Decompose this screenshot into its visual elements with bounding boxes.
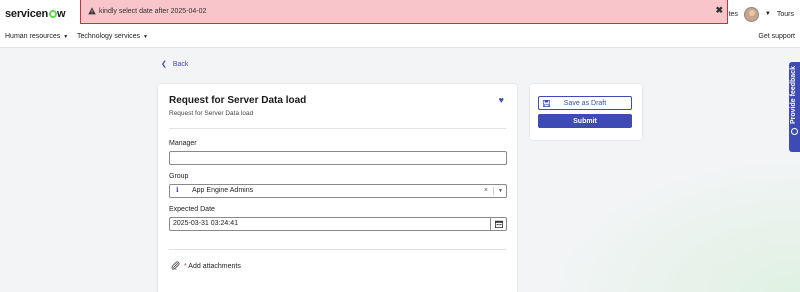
manager-label: Manager [169,140,197,147]
nav-item-human-resources[interactable]: Human resources ▼ [5,33,68,40]
form-subtitle: Request for Server Data load [169,110,254,117]
tours-link[interactable]: Tours [777,11,794,18]
actions-card: Save as Draft Submit [530,84,642,140]
paperclip-icon [171,261,180,272]
chevron-down-icon[interactable]: ▼ [498,188,503,194]
attachments-label: Add attachments [188,263,241,270]
provide-feedback-tab[interactable]: Provide feedback [789,62,800,152]
caret-down-icon: ▼ [63,34,69,40]
required-marker: * [184,263,187,270]
group-select[interactable]: ℹ App Engine Admins × ▼ [169,184,507,198]
chevron-down-icon[interactable]: ▼ [765,11,771,17]
manager-field[interactable] [169,151,507,165]
warning-icon [88,7,96,17]
background-glow [540,152,800,292]
expected-date-value[interactable]: 2025-03-31 03:24:41 [173,220,238,227]
request-form-card: Request for Server Data load Request for… [158,84,517,292]
close-icon[interactable]: ✖ [715,5,723,16]
expected-date-field[interactable]: 2025-03-31 03:24:41 [169,217,507,231]
divider [169,128,506,129]
divider [493,187,494,195]
back-link[interactable]: ❮ Back [161,60,188,68]
alert-message: kindly select date after 2025-04-02 [99,8,207,15]
favorites-link[interactable]: tes [729,11,738,18]
error-alert: kindly select date after 2025-04-02 ✖ [80,0,728,24]
info-icon[interactable]: ℹ [176,186,179,194]
save-as-draft-button[interactable]: Save as Draft [538,96,632,110]
submit-button[interactable]: Submit [538,114,632,128]
favorite-heart-icon[interactable]: ♥ [499,95,504,105]
group-value: App Engine Admins [192,187,254,194]
caret-down-icon: ▼ [143,34,148,40]
avatar[interactable] [743,6,759,22]
get-support-link[interactable]: Get support [758,33,795,40]
clear-icon[interactable]: × [484,187,488,194]
expected-date-label: Expected Date [169,206,215,213]
divider [169,249,506,250]
chevron-left-icon: ❮ [161,61,167,68]
feedback-label: Provide feedback [790,66,797,124]
main-nav: Human resources ▼ Technology services ▼ Ge… [0,27,800,48]
page-title: Request for Server Data load [169,95,307,106]
nav-item-technology-services[interactable]: Technology services ▼ [77,33,148,40]
group-label: Group [169,173,189,180]
add-attachments-button[interactable]: * Add attachments [171,261,241,272]
calendar-icon[interactable] [490,218,506,230]
servicenow-logo[interactable]: servicen w [5,8,66,20]
feedback-icon [791,128,798,135]
top-right-controls: tes ▼ Tours [729,5,794,23]
save-icon [543,100,550,109]
